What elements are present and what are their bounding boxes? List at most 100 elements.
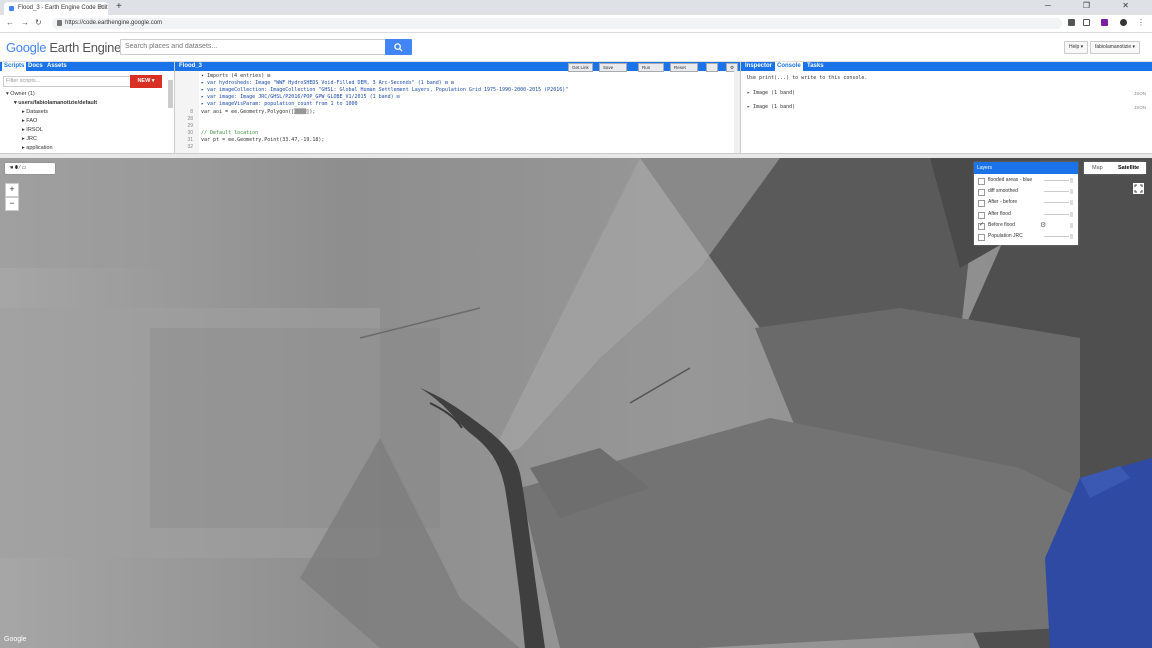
code-line[interactable]: ▸ var imageCollection: ImageCollection "…: [201, 87, 568, 93]
console-panel: Inspector Console Tasks Use print(...) t…: [741, 62, 1152, 153]
code-line[interactable]: ▸ var imageVisParam: population_count fr…: [201, 101, 358, 107]
layer-opacity-slider[interactable]: [1044, 180, 1069, 181]
layer-opacity-slider[interactable]: [1044, 202, 1069, 204]
url-text: https://code.earthengine.google.com: [65, 20, 163, 26]
script-tree-item[interactable]: ▸ application: [22, 145, 53, 151]
layer-row[interactable]: flooded areas - blue: [974, 175, 1078, 186]
code-line[interactable]: var aoi = ee.Geometry.Polygon([▒▒▒▒]);: [201, 109, 315, 115]
layer-row[interactable]: ✓ Before flood ⚙: [974, 220, 1078, 231]
save-button[interactable]: Save: [599, 63, 627, 72]
layer-slider-handle[interactable]: [1070, 189, 1073, 195]
layer-checkbox[interactable]: [978, 189, 985, 197]
layer-row[interactable]: After flood: [974, 209, 1078, 220]
script-tree-item[interactable]: ▸ FAO: [22, 118, 37, 124]
profile-avatar-icon[interactable]: [1120, 19, 1127, 26]
get-link-button[interactable]: Get Link: [568, 63, 593, 72]
layer-row[interactable]: diff smoothed: [974, 186, 1078, 197]
layer-slider-handle[interactable]: [1070, 222, 1073, 228]
code-line[interactable]: var pt = ee.Geometry.Point(33.47,-19.18)…: [201, 137, 324, 143]
zoom-out-button[interactable]: −: [5, 197, 19, 211]
bookmark-star-icon[interactable]: [1083, 19, 1090, 26]
browser-tab[interactable]: Flood_3 - Earth Engine Code Edit ×: [4, 2, 108, 15]
console-hint: Use print(...) to write to this console.: [747, 75, 868, 81]
tab-docs[interactable]: Docs: [28, 63, 43, 69]
scripts-scrollbar[interactable]: [168, 80, 173, 108]
layers-panel: Layers flooded areas - blue diff smoothed…: [974, 162, 1078, 245]
reload-icon[interactable]: ↻: [35, 18, 42, 27]
layer-label: diff smoothed: [988, 188, 1018, 195]
json-link[interactable]: JSON: [1134, 91, 1146, 96]
tab-inspector[interactable]: Inspector: [745, 63, 772, 69]
layer-opacity-slider[interactable]: [1044, 213, 1069, 215]
layer-settings-gear-icon[interactable]: ⚙: [1040, 221, 1046, 229]
layer-slider-handle[interactable]: [1070, 200, 1073, 206]
layer-opacity-slider[interactable]: [1044, 236, 1069, 237]
tab-console[interactable]: Console: [775, 62, 803, 71]
layer-label: Before flood: [988, 221, 1015, 228]
layer-checkbox[interactable]: [978, 178, 985, 185]
new-script-button[interactable]: NEW ▾: [130, 75, 162, 88]
layer-slider-handle[interactable]: [1070, 211, 1073, 217]
map-type-satellite-button[interactable]: Satellite: [1118, 165, 1139, 171]
layer-row[interactable]: Population JRC: [974, 231, 1078, 242]
cast-icon[interactable]: [1068, 19, 1075, 26]
help-button[interactable]: Help ▾: [1064, 41, 1089, 54]
tab-scripts[interactable]: Scripts: [2, 62, 27, 71]
line-number: 8: [190, 108, 193, 115]
layer-checkbox[interactable]: [978, 211, 985, 219]
layers-header[interactable]: Layers: [974, 162, 1078, 174]
app-header: Google Earth Engine Help ▾ fabiolamanoti…: [0, 33, 1152, 62]
zoom-in-button[interactable]: +: [5, 183, 19, 197]
line-number: 30: [187, 129, 193, 136]
code-line[interactable]: ▸ var hydrosheds: Image "WWF HydroSHEDS …: [201, 80, 454, 86]
window-controls[interactable]: ─ ❐ ✕: [1045, 1, 1144, 10]
apps-icon[interactable]: [706, 63, 718, 72]
search-input[interactable]: [121, 40, 379, 52]
url-field[interactable]: https://code.earthengine.google.com: [52, 18, 1062, 29]
search-icon: [394, 43, 403, 52]
new-tab-button[interactable]: +: [116, 2, 122, 12]
script-tree-item[interactable]: ▾ Owner (1): [6, 91, 35, 97]
forward-arrow-icon[interactable]: →: [21, 18, 29, 27]
reset-button[interactable]: Reset: [670, 63, 698, 72]
code-line[interactable]: // Default location: [201, 130, 258, 136]
layer-slider-handle[interactable]: [1070, 234, 1073, 239]
user-menu-button[interactable]: fabiolamanotizie ▾: [1090, 41, 1141, 54]
code-line[interactable]: ▾ Imports (4 entries) ⊟: [201, 73, 270, 79]
json-link[interactable]: JSON: [1134, 105, 1146, 110]
back-arrow-icon[interactable]: ←: [6, 18, 14, 27]
drawing-tools-icons[interactable]: ☚ ⬮ ⁄ ▭: [9, 163, 26, 174]
map-type-map-button[interactable]: Map: [1092, 165, 1103, 171]
google-earth-engine-logo[interactable]: Google Earth Engine: [6, 40, 121, 55]
drawing-tools[interactable]: ☚ ⬮ ⁄ ▭: [5, 163, 55, 174]
layer-opacity-slider[interactable]: [1044, 191, 1069, 193]
script-tree-item[interactable]: ▾ users/fabiolamanotizie/default: [14, 100, 97, 106]
extension-icon[interactable]: [1101, 19, 1108, 26]
filter-scripts-input[interactable]: Filter scripts...: [3, 76, 132, 87]
tab-assets[interactable]: Assets: [47, 63, 67, 69]
code-line[interactable]: ▸ var image: Image JRC/GHSL/P2016/POP_GP…: [201, 94, 400, 100]
search-button[interactable]: [385, 39, 412, 55]
kebab-menu-icon[interactable]: ⋮: [1137, 18, 1145, 27]
script-tree-item[interactable]: ▸ Datasets: [22, 109, 48, 115]
editor-scrollbar[interactable]: [734, 71, 740, 153]
right-panel-tabs: Inspector Console Tasks: [741, 62, 1152, 71]
layer-row[interactable]: After - before: [974, 197, 1078, 208]
layer-label: After flood: [988, 210, 1011, 217]
layer-label: Population JRC: [988, 233, 1023, 239]
tab-tasks[interactable]: Tasks: [807, 63, 824, 69]
script-tree-item[interactable]: ▸ IRSOL: [22, 127, 43, 133]
map-view[interactable]: ☚ ⬮ ⁄ ▭ + − Layers flooded areas - blue d…: [0, 158, 1152, 648]
close-tab-icon[interactable]: ×: [99, 4, 103, 11]
layer-slider-handle[interactable]: [1070, 178, 1073, 183]
earth-engine-favicon-icon: [9, 6, 14, 11]
left-panel-tabs: Scripts Docs Assets: [0, 62, 174, 71]
script-tree-item[interactable]: ▸ JRC: [22, 136, 37, 142]
console-item[interactable]: ▸ Image (1 band): [747, 104, 795, 110]
fullscreen-icon[interactable]: [1133, 183, 1144, 194]
layer-checkbox-checked[interactable]: ✓: [978, 222, 985, 230]
console-item[interactable]: ▸ Image (1 band): [747, 90, 795, 96]
run-button[interactable]: Run: [638, 63, 664, 72]
layer-checkbox[interactable]: [978, 200, 985, 208]
layer-checkbox[interactable]: [978, 234, 985, 241]
